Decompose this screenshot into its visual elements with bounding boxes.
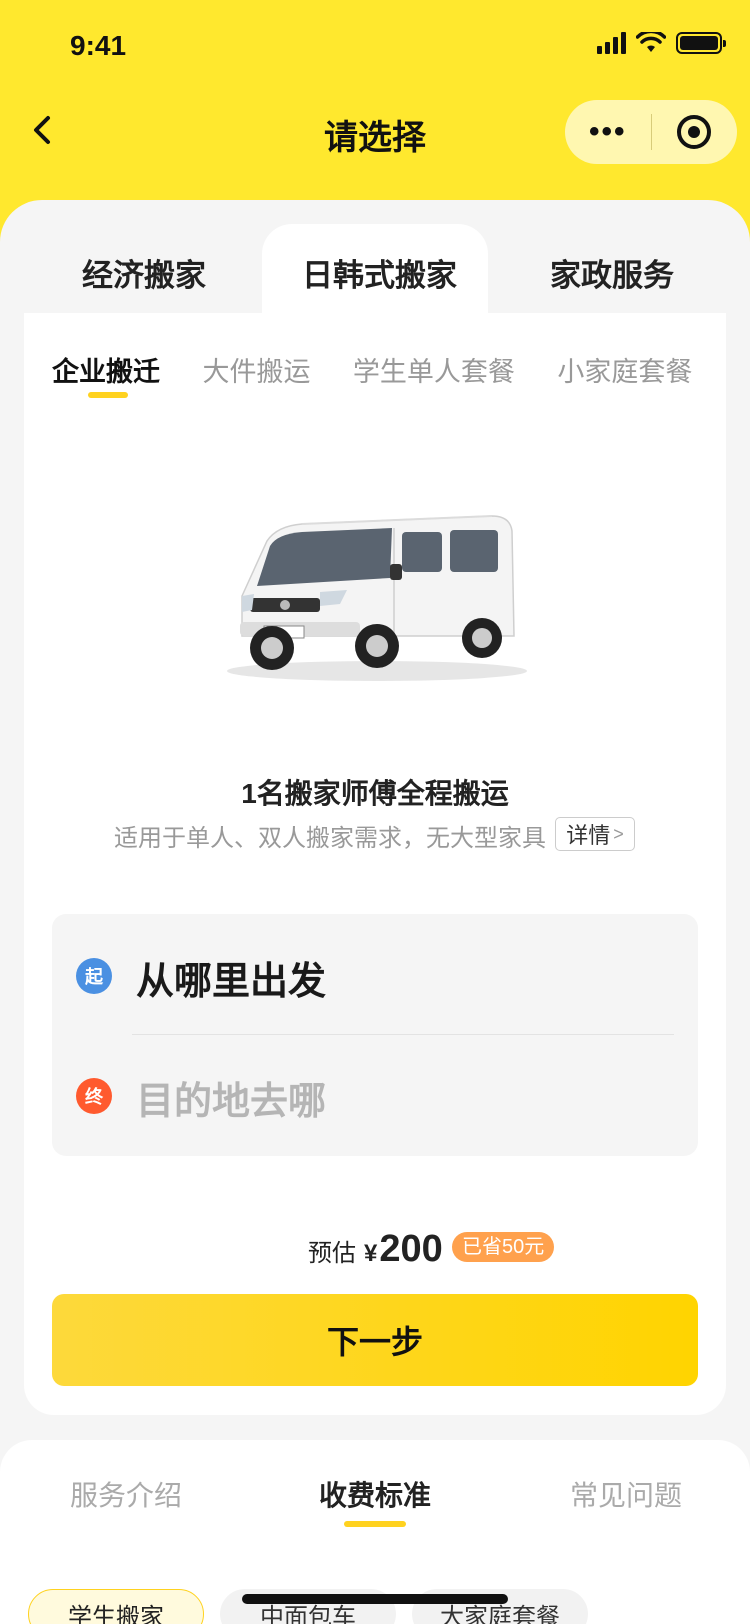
van-image — [227, 515, 527, 681]
tab-housekeeping[interactable]: 家政服务 — [550, 250, 674, 295]
subtab-enterprise[interactable]: 企业搬迁 — [52, 350, 160, 389]
tab-japanese-korean-moving[interactable]: 日韩式搬家 — [302, 250, 457, 295]
status-icons — [597, 32, 726, 54]
sub-tab-bar: 企业搬迁 大件搬运 学生单人套餐 小家庭套餐 大 — [52, 350, 732, 400]
tab-service-intro[interactable]: 服务介绍 — [70, 1474, 182, 1514]
start-badge: 起 — [76, 958, 112, 994]
subtab-active-indicator — [88, 392, 128, 398]
next-step-button[interactable]: 下一步 — [52, 1294, 698, 1386]
mini-program-capsule: ••• — [565, 100, 737, 164]
chip-student-moving[interactable]: 学生搬家 — [28, 1589, 204, 1624]
route-box: 起 从哪里出发 终 目的地去哪 — [52, 914, 698, 1156]
wifi-icon — [636, 32, 666, 52]
details-label: 详情 — [566, 823, 611, 848]
subtab-small-family[interactable]: 小家庭套餐 — [557, 350, 692, 389]
target-icon — [677, 115, 712, 149]
start-location-field[interactable]: 从哪里出发 — [136, 950, 326, 1005]
cellular-signal-icon — [597, 32, 626, 54]
price-estimate: 预估 ¥ 200 — [308, 1228, 443, 1272]
destination-field[interactable]: 目的地去哪 — [136, 1070, 326, 1125]
end-badge: 终 — [76, 1078, 112, 1114]
home-indicator — [242, 1594, 508, 1604]
price-value: 200 — [379, 1228, 443, 1270]
vehicle-service-title: 1名搬家师傅全程搬运 — [241, 778, 509, 809]
bottom-tab-active-indicator — [344, 1521, 406, 1527]
savings-badge: 已省50元 — [452, 1232, 555, 1262]
price-currency: ¥ — [364, 1240, 378, 1267]
vehicle-service-subtitle: 适用于单人、双人搬家需求，无大型家具 — [114, 825, 546, 852]
chevron-right-icon: > — [613, 823, 624, 844]
more-options-button[interactable]: ••• — [565, 100, 651, 164]
tab-faq[interactable]: 常见问题 — [570, 1474, 682, 1514]
subtab-large-items[interactable]: 大件搬运 — [202, 350, 310, 389]
subtab-student-single[interactable]: 学生单人套餐 — [353, 350, 515, 389]
details-button[interactable]: 详情 > — [555, 817, 635, 851]
tab-pricing-standard[interactable]: 收费标准 — [319, 1474, 431, 1514]
route-divider — [132, 1034, 674, 1035]
tab-economy-moving[interactable]: 经济搬家 — [82, 250, 206, 295]
price-label: 预估 — [308, 1240, 356, 1267]
status-time: 9:41 — [70, 30, 127, 61]
battery-icon — [676, 32, 726, 54]
close-program-button[interactable] — [652, 115, 738, 149]
